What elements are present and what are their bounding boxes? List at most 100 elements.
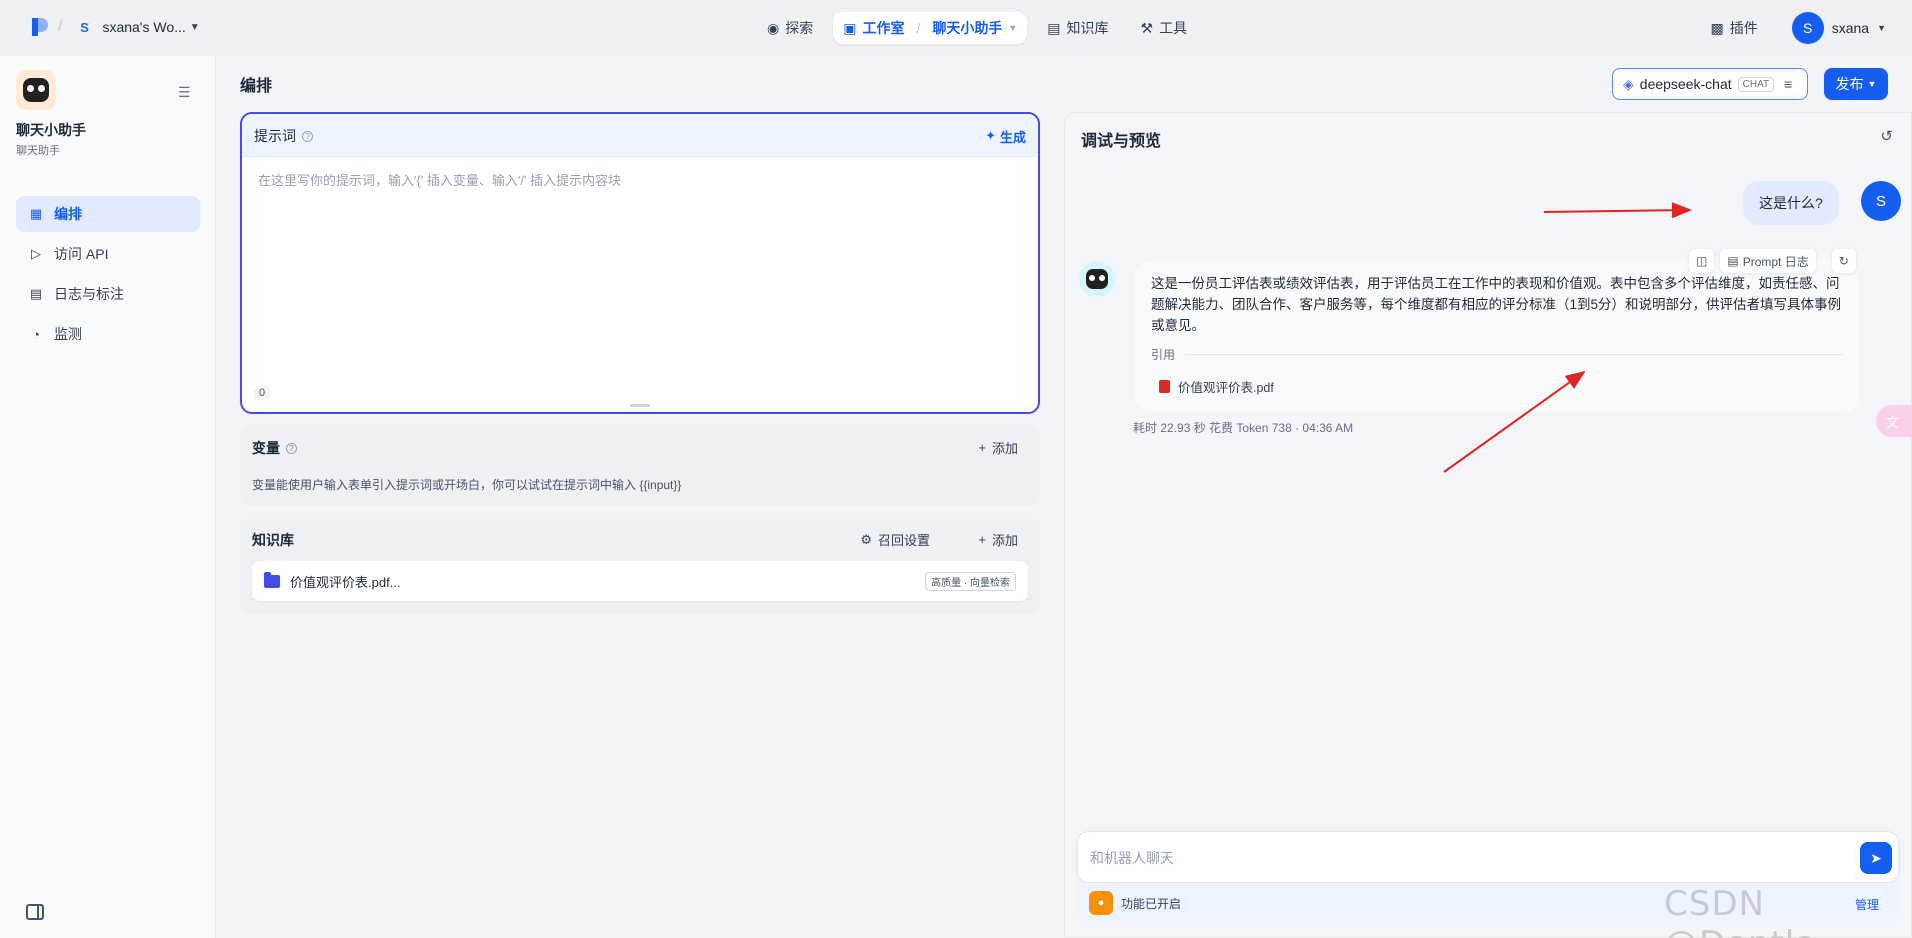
add-variable-button[interactable]: + 添加 <box>978 438 1018 457</box>
citation-file-name: 价值观评价表.pdf <box>1178 381 1274 395</box>
user-name: sxana <box>1831 20 1870 36</box>
translate-icon[interactable]: 文 <box>1876 405 1912 437</box>
debug-title: 调试与预览 <box>1081 133 1162 150</box>
page-title: 编排 <box>240 78 273 95</box>
sidebar-item-label: 访问 API <box>54 246 109 262</box>
variables-description: 变量能使用户输入表单引入提示词或开场白，你可以试试在提示词中输入 {{input… <box>252 478 682 492</box>
chevron-down-icon[interactable]: ▼ <box>1877 23 1886 33</box>
app-name: 聊天小助手 <box>16 122 86 138</box>
knowledge-item-name: 价值观评价表.pdf... <box>290 574 401 590</box>
watermark: CSDN @Dontla <box>1664 884 1816 938</box>
send-icon: ➤ <box>1870 849 1882 866</box>
avatar: S <box>1861 181 1901 221</box>
compass-icon: ◉ <box>767 19 780 36</box>
prompt-char-count: 0 <box>254 386 271 400</box>
send-button[interactable]: ➤ <box>1860 842 1892 874</box>
retrieval-mode-badge: 高质量 · 向量检索 <box>925 571 1016 591</box>
resize-handle[interactable] <box>630 404 650 407</box>
nav-knowledge[interactable]: ▤ 知识库 <box>1035 12 1120 44</box>
file-text-icon: ▤ <box>1727 254 1739 268</box>
workspace-icon[interactable]: S <box>74 17 94 37</box>
feature-icon: ● <box>1089 891 1113 915</box>
brand-area: / S sxana's Wo... ▼ <box>30 16 200 38</box>
publish-label: 发布 <box>1835 76 1864 92</box>
sidebar-item-api[interactable]: ▷ 访问 API <box>16 236 200 272</box>
sparkle-icon: ✦ <box>985 128 996 143</box>
layout-icon: ▦ <box>29 206 43 221</box>
app-type: 聊天助手 <box>16 145 60 157</box>
plugins-link[interactable]: ▩ 插件 <box>1698 12 1769 44</box>
recall-settings-label: 召回设置 <box>877 533 930 548</box>
sidebar-collapse-icon[interactable] <box>26 904 44 920</box>
add-label: 添加 <box>991 533 1018 548</box>
debug-preview-panel: 调试与预览 ↺ 这是什么? S 这是一份员工评估表或绩效评估表，用于评估员工在工… <box>1064 112 1912 938</box>
prompt-header: 提示词 ? ✦ 生成 <box>242 114 1038 158</box>
generate-button[interactable]: ✦ 生成 <box>985 127 1026 146</box>
prompt-log-button[interactable]: ▤ Prompt 日志 <box>1720 249 1816 273</box>
bot-avatar <box>1079 261 1115 297</box>
nav-right: ▩ 插件 S sxana ▼ <box>1698 12 1886 44</box>
knowledge-title: 知识库 <box>252 532 294 548</box>
file-text-icon: ▤ <box>29 286 43 301</box>
prompt-editor[interactable]: 提示词 ? ✦ 生成 在这里写你的提示词，输入'{' 插入变量、输入'/' 插入… <box>240 112 1040 414</box>
knowledge-item-main: 价值观评价表.pdf... <box>264 571 401 591</box>
avatar[interactable]: S <box>1791 12 1824 44</box>
chevron-down-icon[interactable]: ▼ <box>190 22 200 33</box>
nav-explore[interactable]: ◉ 探索 <box>755 12 825 44</box>
user-menu[interactable]: S sxana ▼ <box>1791 12 1886 44</box>
help-icon[interactable]: ? <box>286 442 297 454</box>
message-meta: 耗时 22.93 秒 花费 Token 738 · 04:36 AM <box>1133 421 1354 435</box>
sidebar-item-label: 监测 <box>54 326 82 342</box>
nav-current-app[interactable]: 聊天小助手 <box>932 18 1002 38</box>
sidebar-item-label: 日志与标注 <box>54 286 124 302</box>
pdf-icon <box>1159 380 1170 393</box>
citation-label: 引用 <box>1151 348 1176 362</box>
citation-divider <box>1185 354 1843 355</box>
variables-title: 变量 ? <box>252 438 297 458</box>
bot-message-text: 这是一份员工评估表或绩效评估表，用于评估员工在工作中的表现和价值观。表中包含多个… <box>1151 276 1842 333</box>
robot-icon: ▣ <box>843 19 857 36</box>
copy-button[interactable]: ◫ <box>1689 249 1715 273</box>
nav-studio-label: 工作室 <box>862 20 905 36</box>
publish-button[interactable]: 发布 ▼ <box>1824 68 1888 100</box>
deepseek-whale-icon: ◈ <box>1623 75 1634 92</box>
plus-icon: + <box>978 440 986 455</box>
sidebar-item-monitor[interactable]: ◔ 监测 <box>16 316 200 352</box>
chevron-down-icon[interactable]: ▼ <box>1008 23 1017 33</box>
recall-settings-button[interactable]: ⚙ 召回设置 <box>860 530 930 549</box>
regenerate-button[interactable]: ↻ <box>1831 249 1856 273</box>
app-icon[interactable] <box>16 70 56 110</box>
settings-sliders-icon[interactable]: ☰ <box>178 84 191 101</box>
model-selector[interactable]: ◈ deepseek-chat CHAT ≡ <box>1612 68 1808 100</box>
citation-file[interactable]: 价值观评价表.pdf <box>1151 373 1282 400</box>
chat-input[interactable]: 和机器人聊天 ➤ <box>1077 831 1899 883</box>
user-message: 这是什么? <box>1743 181 1839 225</box>
chat-input-placeholder: 和机器人聊天 <box>1090 850 1174 866</box>
add-knowledge-button[interactable]: + 添加 <box>978 530 1018 549</box>
sidebar-item-orchestrate[interactable]: ▦ 编排 <box>16 196 200 232</box>
refresh-icon[interactable]: ↺ <box>1880 127 1893 145</box>
citation-header: 引用 <box>1151 346 1843 363</box>
help-icon[interactable]: ? <box>302 130 313 142</box>
knowledge-item[interactable]: 价值观评价表.pdf... 高质量 · 向量检索 <box>252 561 1028 601</box>
app-sidebar: ☰ 聊天小助手 聊天助手 ▦ 编排 ▷ 访问 API ▤ 日志与标注 ◔ 监测 <box>0 56 216 938</box>
prompt-input[interactable]: 在这里写你的提示词，输入'{' 插入变量、输入'/' 插入提示内容块 <box>258 170 621 189</box>
sliders-icon[interactable]: ≡ <box>1784 76 1792 92</box>
nav-knowledge-label: 知识库 <box>1066 20 1109 36</box>
folder-icon <box>264 571 280 588</box>
nav-tools-label: 工具 <box>1159 20 1188 36</box>
settings-nodes-icon: ⚙ <box>860 531 872 547</box>
nav-tools[interactable]: ⚒ 工具 <box>1129 12 1200 44</box>
plus-icon: + <box>978 532 986 547</box>
top-nav-bar: / S sxana's Wo... ▼ ◉ 探索 ▣ 工作室 / 聊天小助手 ▼… <box>0 0 1912 56</box>
nav-studio[interactable]: ▣ 工作室 / 聊天小助手 ▼ <box>833 12 1028 44</box>
clipboard-icon: ◫ <box>1696 254 1708 268</box>
workspace-name[interactable]: sxana's Wo... <box>102 19 185 35</box>
dify-logo-icon[interactable] <box>30 16 48 38</box>
model-mode-badge: CHAT <box>1737 76 1775 92</box>
prompt-title: 提示词 ? <box>254 126 313 146</box>
add-label: 添加 <box>991 441 1018 456</box>
cube-icon: ▩ <box>1710 19 1724 36</box>
sidebar-item-logs[interactable]: ▤ 日志与标注 <box>16 276 200 312</box>
nav-explore-label: 探索 <box>785 20 814 36</box>
